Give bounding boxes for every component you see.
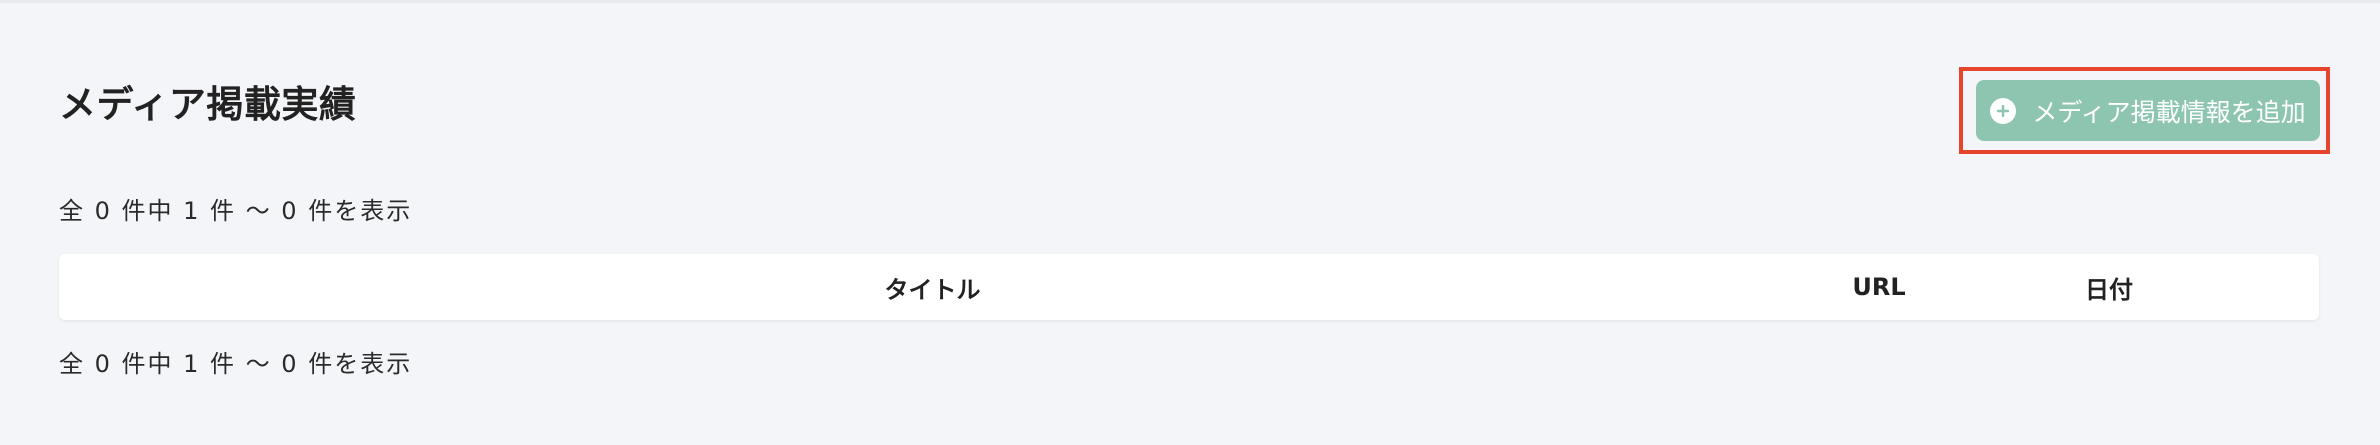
table-header: タイトル URL 日付 xyxy=(59,254,2319,320)
column-header-title: タイトル xyxy=(884,275,981,304)
column-header-url: URL xyxy=(1852,273,1906,301)
top-divider xyxy=(0,0,2380,3)
pagination-summary-bottom: 全 0 件中 1 件 〜 0 件を表示 xyxy=(59,350,413,378)
pagination-summary-top: 全 0 件中 1 件 〜 0 件を表示 xyxy=(59,197,413,225)
page-title: メディア掲載実績 xyxy=(59,83,357,126)
add-media-button[interactable]: メディア掲載情報を追加 xyxy=(1976,80,2320,141)
add-media-button-label: メディア掲載情報を追加 xyxy=(2032,97,2306,127)
column-header-date: 日付 xyxy=(2085,275,2133,304)
plus-circle-icon xyxy=(1990,97,2017,124)
